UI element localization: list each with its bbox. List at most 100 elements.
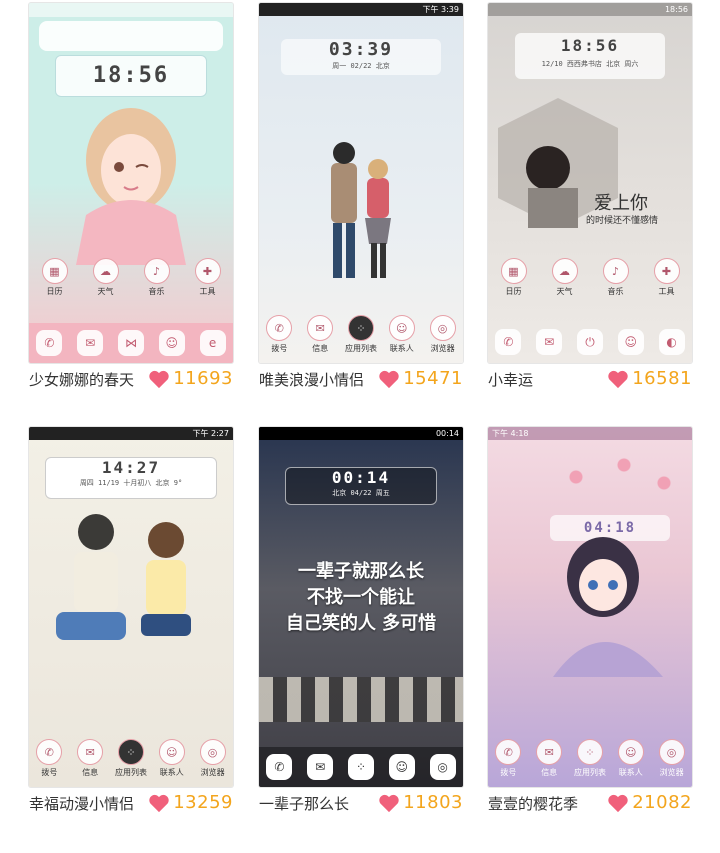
theme-title: 幸福动漫小情侣	[29, 795, 135, 813]
app-browser[interactable]: ◎ 浏览器	[656, 739, 688, 778]
clock-time: 14:27	[101, 458, 161, 477]
like-counter[interactable]: 13259	[148, 792, 233, 813]
clock-widget: 14:27 周四 11/19 十月初八 北京 9°	[45, 457, 217, 499]
clock-widget: 18:56 12/10 西西弗书店 北京 周六	[515, 33, 665, 79]
clock-time: 18:56	[92, 63, 170, 88]
theme-preview[interactable]: 下午 4:18 04:18 ✆ 拨号 ✉ 信息 ⁘ 应用列表 ☺ 联系人 ◎ 浏览器	[488, 427, 692, 787]
status-bar: 下午 2:27	[29, 427, 233, 440]
like-counter[interactable]: 15471	[378, 368, 463, 389]
app-contacts[interactable]: ☺ 联系人	[386, 315, 418, 354]
phone-icon: ✆	[266, 315, 293, 341]
heart-icon	[608, 794, 628, 812]
browser-icon: ◎	[658, 739, 685, 765]
music-icon: ♪	[143, 258, 170, 284]
app-tools[interactable]: ✚ 工具	[651, 258, 683, 297]
heart-icon	[149, 370, 169, 388]
like-count: 11803	[403, 792, 463, 813]
app-messages[interactable]: ✉ 信息	[533, 739, 565, 778]
clock-meta: 周四 11/19 十月初八 北京 9°	[79, 479, 183, 487]
app-tools[interactable]: ✚ 工具	[192, 258, 224, 297]
quote-line-2: 不找一个能让	[307, 587, 415, 608]
like-count: 21082	[632, 792, 692, 813]
app-weather[interactable]: ☁ 天气	[90, 258, 122, 297]
phone-icon[interactable]: ✆	[266, 754, 293, 780]
app-dialer[interactable]: ✆ 拨号	[492, 739, 524, 778]
contacts-icon[interactable]: ☺	[158, 330, 185, 356]
heart-icon	[149, 794, 169, 812]
app-dialer[interactable]: ✆ 拨号	[263, 315, 295, 354]
calendar-icon: ▦	[41, 258, 68, 284]
chat-icon[interactable]: ✉	[307, 754, 334, 780]
app-row: ✆ 拨号 ✉ 信息 ⁘ 应用列表 ☺ 联系人 ◎ 浏览器	[488, 739, 692, 778]
contacts-icon: ☺	[617, 739, 644, 765]
like-counter[interactable]: 16581	[607, 368, 692, 389]
app-browser[interactable]: ◎ 浏览器	[427, 315, 459, 354]
browser-icon: ◎	[429, 315, 456, 341]
app-music[interactable]: ♪ 音乐	[600, 258, 632, 297]
browser-icon[interactable]: ◎	[429, 754, 456, 780]
grid-icon[interactable]: ⁘	[347, 754, 374, 780]
app-calendar[interactable]: ▦ 日历	[498, 258, 530, 297]
browser-icon[interactable]: e	[199, 330, 226, 356]
dock: ✆ ✉ ⏻ ☺ ◐	[488, 321, 692, 363]
status-time: 18:56	[664, 5, 688, 14]
theme-preview[interactable]: 18:56 ▦ 日历 ☁ 天气 ♪ 音乐 ✚ 工具 ✆ ✉ ⋈ ☺ e	[29, 3, 233, 363]
phone-icon[interactable]: ✆	[495, 329, 522, 355]
app-messages[interactable]: ✉ 信息	[74, 739, 106, 778]
cloud-icon: ☁	[92, 258, 119, 284]
app-weather[interactable]: ☁ 天气	[549, 258, 581, 297]
calendar-icon: ▦	[500, 258, 527, 284]
app-row: ▦ 日历 ☁ 天气 ♪ 音乐 ✚ 工具	[29, 258, 233, 297]
heart-icon	[608, 370, 628, 388]
app-music[interactable]: ♪ 音乐	[141, 258, 173, 297]
app-drawer[interactable]: ⁘ 应用列表	[574, 739, 606, 778]
phone-icon: ✆	[36, 739, 63, 765]
tools-icon: ✚	[653, 258, 680, 284]
app-row: ✆ 拨号 ✉ 信息 ⁘ 应用列表 ☺ 联系人 ◎ 浏览器	[259, 315, 463, 354]
app-calendar[interactable]: ▦ 日历	[39, 258, 71, 297]
power-icon[interactable]: ⏻	[576, 329, 603, 355]
theme-preview[interactable]: 18:56 18:56 12/10 西西弗书店 北京 周六 爱上你 的时候还不懂…	[488, 3, 692, 363]
phone-icon[interactable]: ✆	[36, 330, 63, 356]
theme-caption: 幸福动漫小情侣 13259	[29, 792, 233, 815]
like-count: 13259	[173, 792, 233, 813]
contacts-icon[interactable]: ☺	[617, 329, 644, 355]
mail-icon[interactable]: ✉	[536, 329, 563, 355]
bow-icon[interactable]: ⋈	[117, 330, 144, 356]
crosswalk	[259, 677, 463, 722]
couple-illustration	[56, 514, 191, 640]
contacts-icon[interactable]: ☺	[388, 754, 415, 780]
theme-preview[interactable]: 下午 3:39 03:39 周一 02/22 北京 ✆ 拨号 ✉ 信息 ⁘ 应用列表 …	[259, 3, 463, 363]
clock-time: 18:56	[560, 36, 620, 55]
theme-preview[interactable]: 下午 2:27 14:27 周四 11/19 十月初八 北京 9° ✆ 拨号 ✉ 信…	[29, 427, 233, 787]
app-dialer[interactable]: ✆ 拨号	[33, 739, 65, 778]
like-counter[interactable]: 21082	[607, 792, 692, 813]
like-counter[interactable]: 11803	[378, 792, 463, 813]
status-bar: 下午 4:18	[488, 427, 692, 440]
clock-time: 00:14	[331, 468, 391, 487]
like-count: 11693	[173, 368, 233, 389]
app-messages[interactable]: ✉ 信息	[304, 315, 336, 354]
theme-caption: 一辈子那么长 11803	[259, 792, 463, 815]
clock-time: 03:39	[328, 39, 394, 60]
mail-icon[interactable]: ✉	[77, 330, 104, 356]
status-time: 00:14	[435, 429, 459, 438]
app-drawer[interactable]: ⁘ 应用列表	[115, 739, 147, 778]
phone-icon: ✆	[495, 739, 522, 765]
lace-banner	[39, 21, 223, 51]
like-count: 16581	[632, 368, 692, 389]
chat-icon: ✉	[307, 315, 334, 341]
chat-icon: ✉	[77, 739, 104, 765]
browser-icon[interactable]: ◐	[658, 329, 685, 355]
app-row: ▦ 日历 ☁ 天气 ♪ 音乐 ✚ 工具	[488, 258, 692, 297]
like-counter[interactable]: 11693	[148, 368, 233, 389]
app-row: ✆ 拨号 ✉ 信息 ⁘ 应用列表 ☺ 联系人 ◎ 浏览器	[29, 739, 233, 778]
app-contacts[interactable]: ☺ 联系人	[156, 739, 188, 778]
tools-icon: ✚	[194, 258, 221, 284]
contacts-icon: ☺	[388, 315, 415, 341]
theme-caption: 唯美浪漫小情侣 15471	[259, 368, 463, 391]
app-browser[interactable]: ◎ 浏览器	[197, 739, 229, 778]
app-contacts[interactable]: ☺ 联系人	[615, 739, 647, 778]
app-drawer[interactable]: ⁘ 应用列表	[345, 315, 377, 354]
theme-preview[interactable]: 00:14 00:14 北京 04/22 周五 一辈子就那么长 不找一个能让 自…	[259, 427, 463, 787]
